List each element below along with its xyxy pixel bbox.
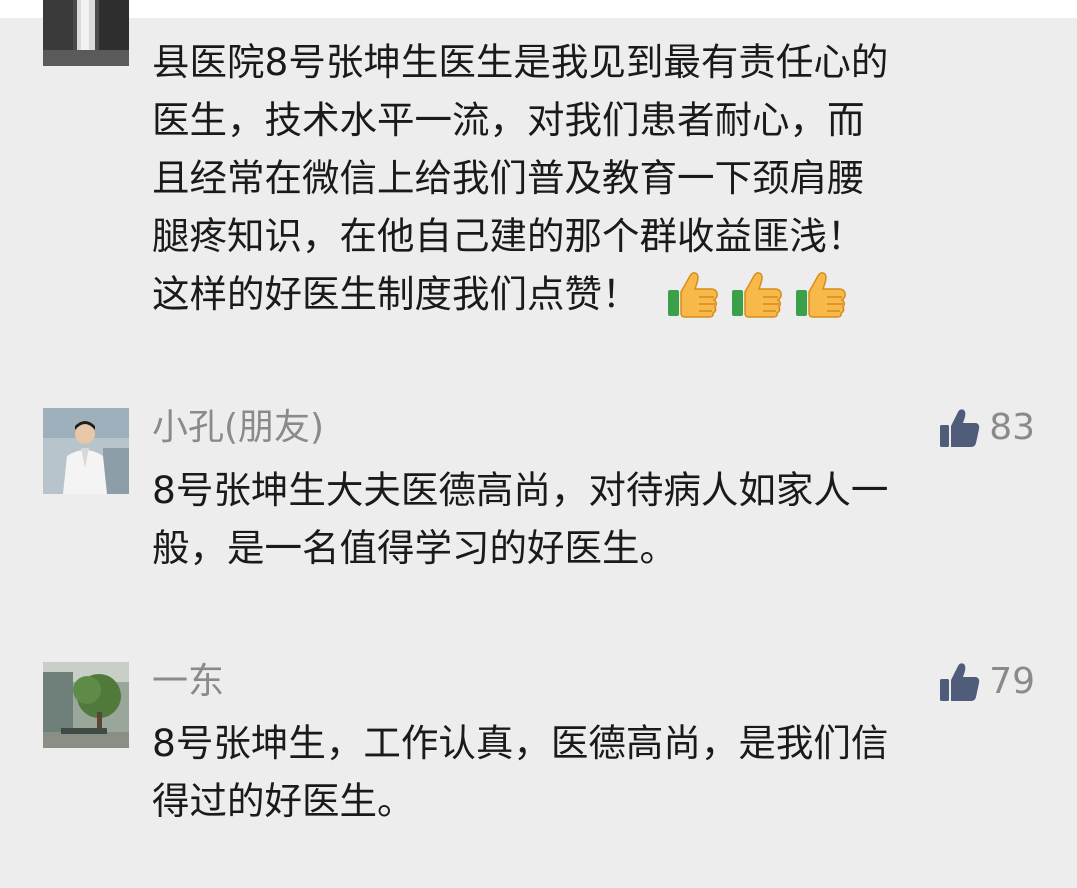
thumbs-up-icon bbox=[940, 409, 980, 447]
comment-line: 县医院8号张坤生医生是我见到最有责任心的 bbox=[152, 40, 889, 84]
comment-line: 8号张坤生大夫医德高尚，对待病人如家人一 bbox=[152, 468, 889, 512]
comment-author[interactable]: 一东 bbox=[152, 660, 224, 704]
comment-line: 得过的好医生。 bbox=[152, 779, 415, 823]
like-button[interactable]: 83 bbox=[939, 406, 1035, 450]
avatar-waterfall-image bbox=[43, 0, 129, 66]
avatar-tree-photo bbox=[43, 662, 129, 748]
like-button[interactable]: 79 bbox=[939, 660, 1035, 704]
comment-text: 8号张坤生大夫医德高尚，对待病人如家人一 般，是一名值得学习的好医生。 bbox=[152, 461, 1037, 577]
comment-line: 且经常在微信上给我们普及教育一下颈肩腰 bbox=[152, 156, 865, 200]
thumbs-up-emoji-icon bbox=[795, 271, 846, 318]
like-count: 79 bbox=[989, 661, 1035, 702]
top-strip bbox=[0, 0, 1077, 18]
comment-line-last: 这样的好医生制度我们点赞！ bbox=[152, 265, 1037, 323]
comment-line: 8号张坤生，工作认真，医德高尚，是我们信 bbox=[152, 721, 889, 765]
like-count: 83 bbox=[989, 407, 1035, 448]
emoji-row bbox=[666, 270, 848, 318]
avatar[interactable] bbox=[43, 408, 129, 494]
thumbs-up-icon bbox=[940, 663, 980, 701]
comment-text: 县医院8号张坤生医生是我见到最有责任心的 医生，技术水平一流，对我们患者耐心，而… bbox=[152, 33, 1037, 323]
avatar-person-photo bbox=[43, 408, 129, 494]
comment-line: 腿疼知识，在他自己建的那个群收益匪浅！ bbox=[152, 214, 865, 258]
comment-line: 般，是一名值得学习的好医生。 bbox=[152, 526, 677, 570]
comment-text: 8号张坤生，工作认真，医德高尚，是我们信 得过的好医生。 bbox=[152, 714, 1037, 830]
comment-line: 医生，技术水平一流，对我们患者耐心，而 bbox=[152, 98, 865, 142]
comment-author[interactable]: 小孔(朋友) bbox=[152, 406, 324, 450]
thumbs-up-emoji-icon bbox=[731, 271, 782, 318]
avatar[interactable] bbox=[43, 662, 129, 748]
comment-line-text: 这样的好医生制度我们点赞！ bbox=[152, 272, 640, 316]
avatar[interactable] bbox=[43, 0, 129, 66]
thumbs-up-emoji-icon bbox=[667, 271, 718, 318]
